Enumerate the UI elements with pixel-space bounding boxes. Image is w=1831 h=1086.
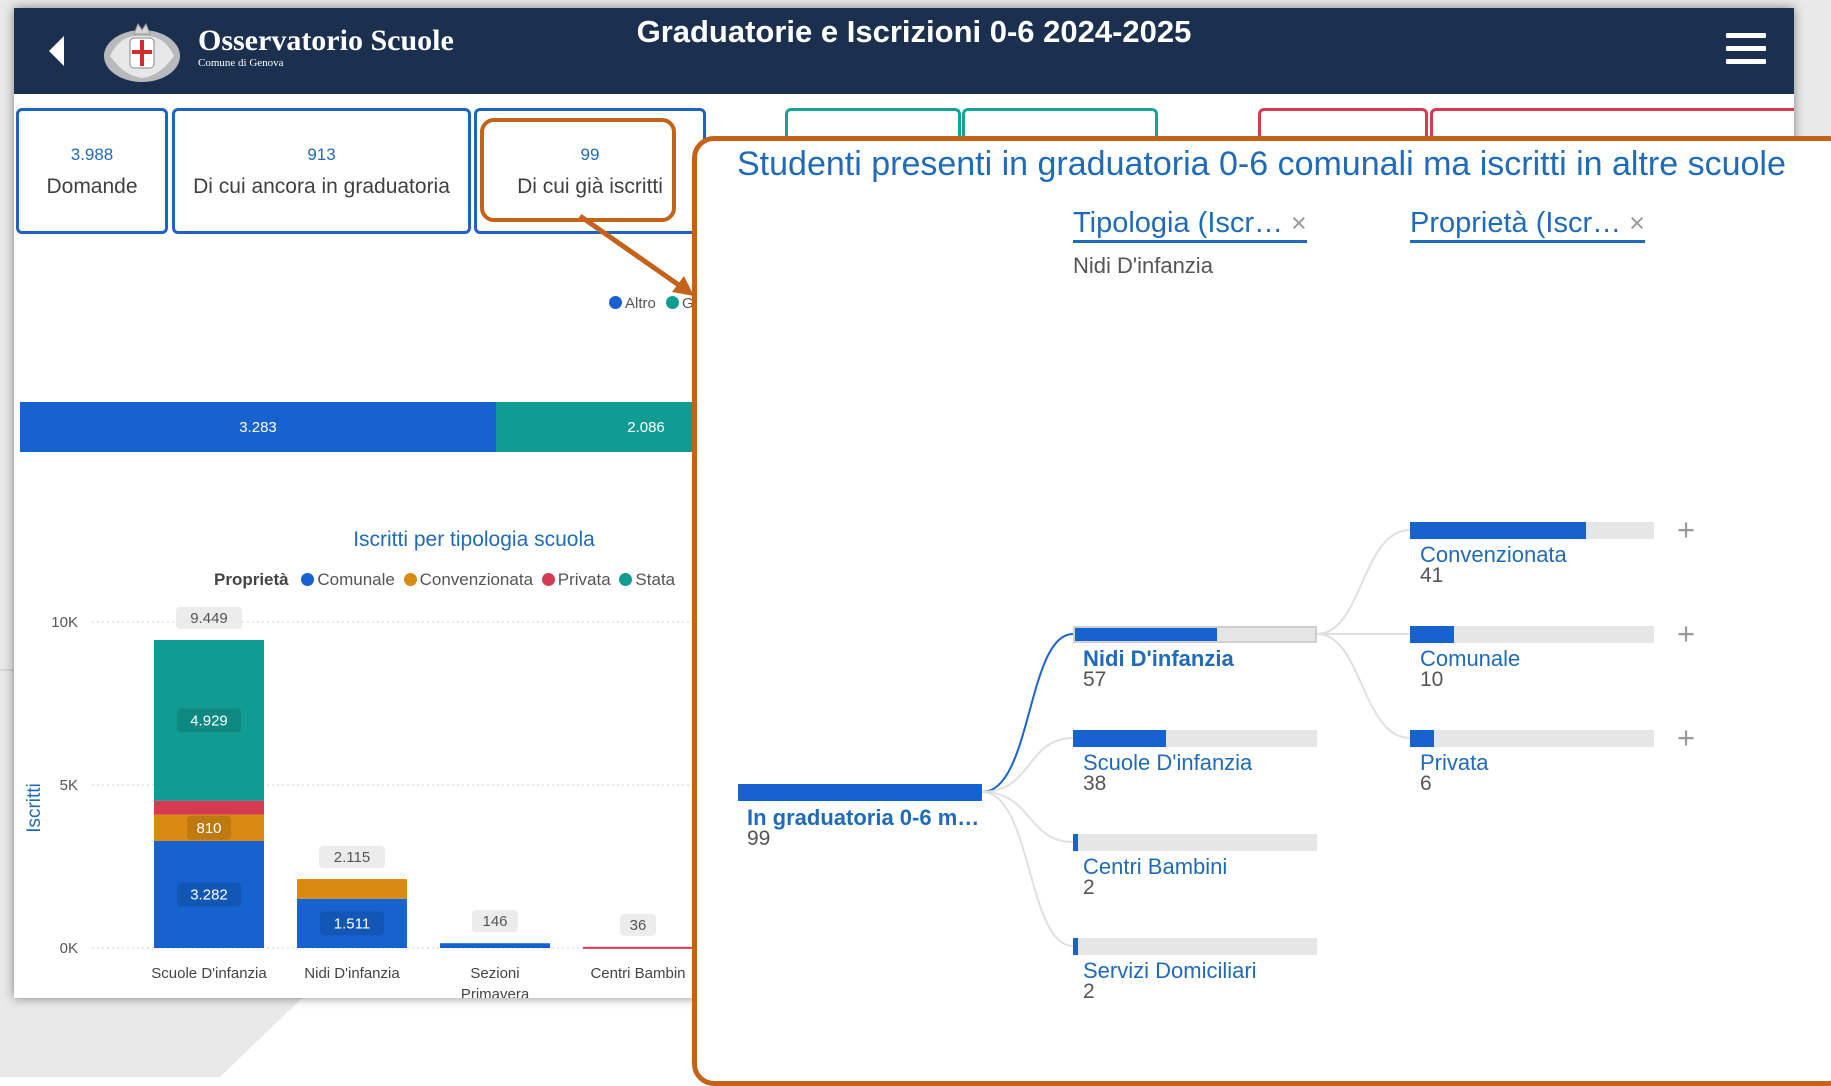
- kpi-value: 3.988: [70, 145, 114, 164]
- legend-label: Convenzionata: [419, 570, 534, 589]
- x-tick-label: Nidi D'infanzia: [304, 965, 400, 982]
- legend-label: Stata: [635, 570, 676, 589]
- expand-plus-icon[interactable]: +: [1677, 618, 1695, 649]
- tree-node-fill: [1410, 730, 1435, 747]
- tree-root-value: 99: [747, 827, 771, 850]
- bar-segment-altro[interactable]: 3.283: [20, 402, 496, 452]
- kpi-value: 913: [307, 145, 336, 164]
- tree-node-bar[interactable]: [1410, 626, 1654, 643]
- bar-segment[interactable]: [154, 800, 264, 815]
- total-label: 9.449: [190, 610, 228, 627]
- back-arrow-icon[interactable]: [46, 33, 68, 69]
- legend-dot: [403, 573, 417, 586]
- y-tick-label: 5K: [60, 777, 78, 794]
- legend-dot: [619, 573, 633, 586]
- data-label: 1.511: [334, 915, 370, 932]
- data-label: 4.929: [190, 712, 228, 729]
- tree-node-bar[interactable]: [1073, 626, 1317, 643]
- data-label: 3.282: [190, 887, 228, 904]
- tree-node-fill: [1075, 628, 1217, 641]
- kpi-card-in-graduatoria[interactable]: 913 Di cui ancora in graduatoria: [172, 108, 471, 234]
- total-label: 2.115: [334, 849, 370, 866]
- tree-node-fill: [1410, 626, 1454, 643]
- tree-node-fill: [1073, 938, 1078, 955]
- tree-node-bar[interactable]: [1073, 730, 1317, 747]
- legend-label: Altro: [625, 295, 656, 312]
- tree-node-value: 6: [1420, 772, 1432, 795]
- tree-node-bar[interactable]: [1073, 834, 1317, 851]
- tree-node-fill: [1073, 730, 1166, 747]
- tree-node-value: 41: [1420, 564, 1444, 587]
- bar-segment[interactable]: [297, 879, 407, 899]
- bar-segment[interactable]: [583, 946, 693, 949]
- legend-dot: [301, 573, 315, 586]
- kpi-label: Di cui ancora in graduatoria: [193, 175, 450, 198]
- expand-plus-icon[interactable]: +: [1677, 514, 1695, 545]
- tree-node-value: 38: [1083, 772, 1107, 795]
- highlight-outline: [480, 118, 676, 222]
- tree-node-label[interactable]: Scuole D'infanzia: [1083, 750, 1252, 776]
- y-tick-label: 0K: [60, 940, 78, 957]
- tree-node-fill: [1410, 522, 1586, 539]
- x-tick-label: Primavera: [461, 986, 530, 998]
- kpi-label: Domande: [46, 175, 138, 198]
- x-tick-label: Scuole D'infanzia: [151, 965, 267, 982]
- legend-title: Proprietà: [214, 570, 289, 589]
- hamburger-menu-icon[interactable]: [1726, 33, 1766, 69]
- tree-node-bar[interactable]: [1410, 522, 1654, 539]
- stacked-bar-chart: 10K 5K 0K Iscritti 3.282 810 4.929 9.449 Scuole …: [24, 606, 714, 998]
- expand-plus-icon[interactable]: +: [1677, 722, 1695, 753]
- tree-node-fill: [1073, 834, 1078, 851]
- chart-title: Iscritti per tipologia scuola: [353, 528, 595, 551]
- data-label: 810: [196, 820, 221, 837]
- page-title: Graduatorie e Iscrizioni 0-6 2024-2025: [636, 14, 1192, 49]
- x-tick-label: Sezioni: [470, 965, 519, 982]
- legend-label: Privata: [557, 570, 611, 589]
- total-label: 146: [482, 913, 507, 930]
- tree-node-value: 2: [1083, 980, 1095, 1003]
- tree-root-label: In graduatoria 0-6 m…: [747, 805, 980, 830]
- decomposition-tree-popup: Studenti presenti in graduatoria 0-6 com…: [692, 136, 1831, 1086]
- total-label: 36: [630, 917, 647, 934]
- legend-label: Comunale: [317, 570, 395, 589]
- bar-segment-label: 2.086: [627, 418, 665, 436]
- y-axis-label: Iscritti: [24, 783, 45, 833]
- legend-dot: [609, 296, 622, 309]
- tree-node-bar[interactable]: [1410, 730, 1654, 747]
- tree-node-value: 57: [1083, 668, 1107, 691]
- brand-subtitle: Comune di Genova: [198, 57, 284, 69]
- tree-node-label[interactable]: Centri Bambini: [1083, 854, 1227, 880]
- tree-node-value: 10: [1420, 668, 1444, 691]
- legend-dot: [666, 296, 680, 309]
- legend-dot: [541, 573, 555, 586]
- kpi-card-domande[interactable]: 3.988 Domande: [16, 108, 168, 234]
- x-tick-label: Centri Bambin: [590, 965, 685, 982]
- genova-crest-logo: [104, 22, 180, 82]
- bar-segment[interactable]: [440, 943, 550, 948]
- tree-node-bar[interactable]: [1073, 938, 1317, 955]
- y-tick-label: 10K: [51, 614, 78, 631]
- tree-root-bar[interactable]: [738, 784, 982, 801]
- header-bar: Osservatorio Scuole Comune di Genova Gra…: [14, 8, 1794, 94]
- top-bar-legend: Altro Gr: [609, 295, 699, 312]
- bar-segment-label: 3.283: [239, 418, 277, 436]
- chart-legend: Proprietà Comunale Convenzionata Privata…: [214, 570, 675, 590]
- tree-node-label[interactable]: Servizi Domiciliari: [1083, 958, 1257, 984]
- tree-node-value: 2: [1083, 876, 1095, 899]
